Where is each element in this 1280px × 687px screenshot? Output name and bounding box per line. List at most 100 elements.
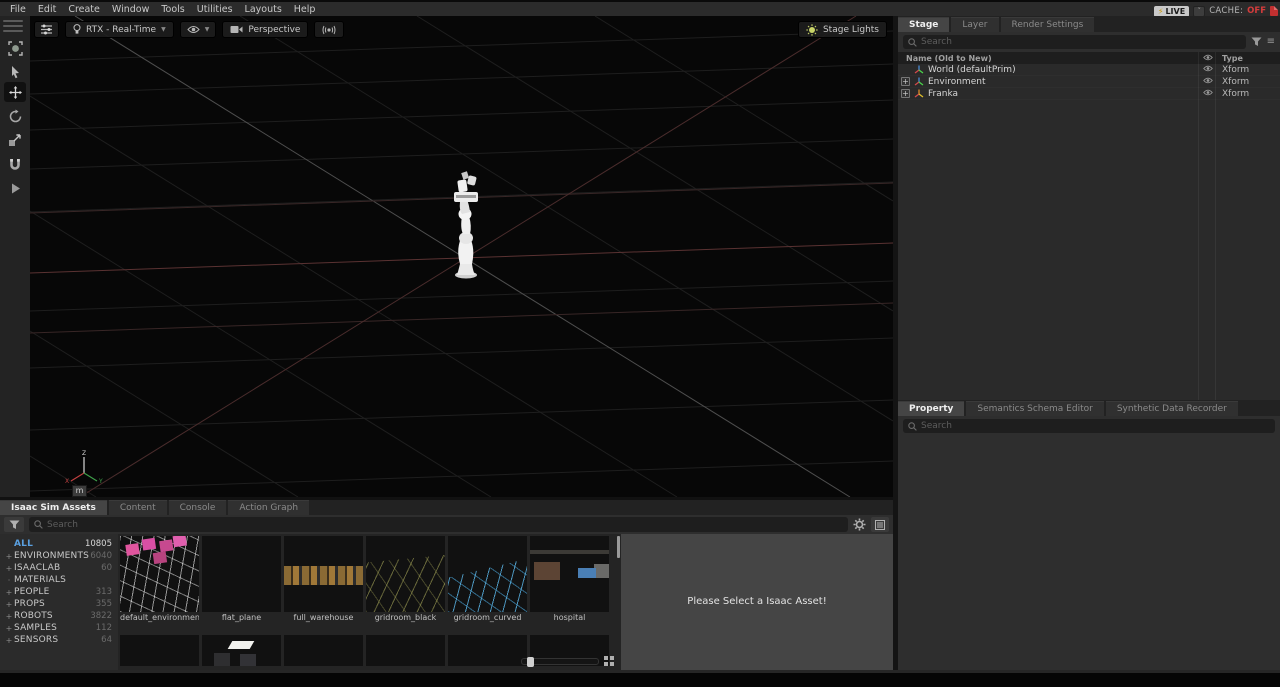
grid-view-icon[interactable]: [603, 655, 615, 667]
tree-row-environment[interactable]: + Environment Xform: [898, 76, 1280, 88]
asset-full-warehouse[interactable]: full_warehouse: [284, 536, 363, 623]
tab-isaac-sim-assets[interactable]: Isaac Sim Assets: [0, 500, 107, 515]
category-samples[interactable]: + SAMPLES 112: [0, 622, 118, 634]
asset-thumbnail[interactable]: [284, 536, 363, 612]
asset-thumbnail-partial[interactable]: [202, 635, 281, 666]
grid-scrollbar[interactable]: [617, 536, 620, 558]
asset-gridroom-curved[interactable]: gridroom_curved: [448, 536, 527, 623]
tab-action-graph[interactable]: Action Graph: [228, 500, 309, 515]
tab-stage[interactable]: Stage: [898, 17, 949, 32]
category-environments[interactable]: + ENVIRONMENTS 6040: [0, 550, 118, 562]
category-sensors[interactable]: + SENSORS 64: [0, 634, 118, 646]
live-button[interactable]: ⚡ LIVE: [1154, 6, 1189, 17]
filter-icon[interactable]: [1251, 37, 1262, 47]
asset-thumbnail[interactable]: [202, 536, 281, 612]
category-people[interactable]: + PEOPLE 313: [0, 586, 118, 598]
menu-tools[interactable]: Tools: [155, 4, 190, 15]
expand-glyph[interactable]: +: [4, 624, 14, 633]
prim-name[interactable]: Environment: [928, 77, 985, 87]
assets-search-box[interactable]: [29, 517, 848, 532]
visibility-button[interactable]: ▼: [180, 21, 217, 38]
tab-property[interactable]: Property: [898, 401, 964, 416]
tab-synthetic-data-recorder[interactable]: Synthetic Data Recorder: [1106, 401, 1238, 416]
menu-create[interactable]: Create: [62, 4, 106, 15]
asset-thumbnail-partial[interactable]: [120, 635, 199, 666]
asset-gridroom-black[interactable]: gridroom_black: [366, 536, 445, 623]
category-robots[interactable]: + ROBOTS 3822: [0, 610, 118, 622]
menu-help[interactable]: Help: [288, 4, 322, 15]
menu-file[interactable]: File: [4, 4, 32, 15]
menu-utilities[interactable]: Utilities: [191, 4, 239, 15]
prim-name[interactable]: World (defaultPrim): [928, 65, 1016, 75]
name-column-header[interactable]: Name (Old to New): [898, 54, 1200, 63]
select-mode-button[interactable]: [4, 38, 26, 58]
asset-hospital[interactable]: hospital: [530, 536, 609, 623]
visibility-toggle[interactable]: [1200, 89, 1216, 99]
stage-lights-button[interactable]: Stage Lights: [798, 21, 887, 38]
property-search-box[interactable]: [903, 419, 1275, 433]
assets-filter-button[interactable]: [4, 517, 24, 532]
expand-glyph[interactable]: +: [4, 564, 14, 573]
rotate-tool-button[interactable]: [4, 106, 26, 126]
property-search-input[interactable]: [921, 421, 1270, 431]
tab-content[interactable]: Content: [109, 500, 167, 515]
tree-row-franka[interactable]: + Franka Xform: [898, 88, 1280, 100]
expand-toggle[interactable]: +: [901, 77, 910, 86]
visibility-column-header[interactable]: [1200, 54, 1216, 63]
slider-track[interactable]: [521, 658, 599, 665]
visibility-toggle[interactable]: [1200, 65, 1216, 75]
snap-tool-button[interactable]: [4, 154, 26, 174]
asset-flat-plane[interactable]: flat_plane: [202, 536, 281, 623]
renderer-selector[interactable]: RTX - Real-Time ▼: [65, 21, 174, 38]
menu-window[interactable]: Window: [106, 4, 155, 15]
expand-glyph[interactable]: +: [4, 588, 14, 597]
stage-search-input[interactable]: [921, 37, 1241, 47]
asset-thumbnail[interactable]: [530, 536, 609, 612]
menu-edit[interactable]: Edit: [32, 4, 62, 15]
toolbar-grip[interactable]: [3, 20, 23, 35]
stage-search-box[interactable]: [903, 35, 1246, 49]
expand-glyph[interactable]: +: [4, 552, 14, 561]
tab-console[interactable]: Console: [169, 500, 227, 515]
category-props[interactable]: + PROPS 355: [0, 598, 118, 610]
asset-thumbnail[interactable]: [120, 536, 199, 612]
expand-glyph[interactable]: ·: [4, 576, 14, 585]
options-menu-icon[interactable]: ≡: [1267, 37, 1275, 47]
tab-render-settings[interactable]: Render Settings: [1001, 17, 1095, 32]
thumbnail-size-slider[interactable]: [521, 655, 615, 667]
move-tool-button[interactable]: [4, 82, 26, 102]
asset-thumbnail-partial[interactable]: [448, 635, 527, 666]
expand-glyph[interactable]: +: [4, 612, 14, 621]
cache-doc-icon[interactable]: [1270, 6, 1278, 16]
viewport-settings-button[interactable]: [34, 21, 59, 38]
view-mode-button[interactable]: [871, 517, 889, 532]
asset-thumbnail-partial[interactable]: [284, 635, 363, 666]
slider-handle[interactable]: [527, 657, 534, 667]
tree-row-world[interactable]: World (defaultPrim) Xform: [898, 64, 1280, 76]
visibility-toggle[interactable]: [1200, 77, 1216, 87]
asset-thumbnail[interactable]: [366, 536, 445, 612]
capture-button[interactable]: [314, 21, 344, 38]
category-isaaclab[interactable]: + ISAACLAB 60: [0, 562, 118, 574]
viewport[interactable]: RTX - Real-Time ▼ ▼ Perspective: [30, 16, 893, 497]
assets-search-input[interactable]: [47, 520, 843, 530]
menu-layouts[interactable]: Layouts: [239, 4, 288, 15]
expand-glyph[interactable]: +: [4, 600, 14, 609]
expand-toggle[interactable]: +: [901, 89, 910, 98]
asset-thumbnail[interactable]: [448, 536, 527, 612]
scale-tool-button[interactable]: [4, 130, 26, 150]
expand-glyph[interactable]: +: [4, 636, 14, 645]
tab-layer[interactable]: Layer: [951, 17, 998, 32]
tab-semantics-schema-editor[interactable]: Semantics Schema Editor: [966, 401, 1103, 416]
gear-icon[interactable]: [853, 518, 866, 531]
cursor-tool-button[interactable]: [4, 62, 26, 82]
camera-selector[interactable]: Perspective: [222, 21, 308, 38]
live-dropdown[interactable]: ˅: [1193, 6, 1205, 17]
category-materials[interactable]: · MATERIALS: [0, 574, 118, 586]
type-column-header[interactable]: Type: [1216, 54, 1280, 63]
asset-thumbnail-partial[interactable]: [366, 635, 445, 666]
prim-name[interactable]: Franka: [928, 89, 958, 99]
category-all[interactable]: ALL 10805: [0, 538, 118, 550]
asset-default-environment[interactable]: default_environment: [120, 536, 199, 623]
stage-tree-header[interactable]: Name (Old to New) Type: [898, 52, 1280, 64]
